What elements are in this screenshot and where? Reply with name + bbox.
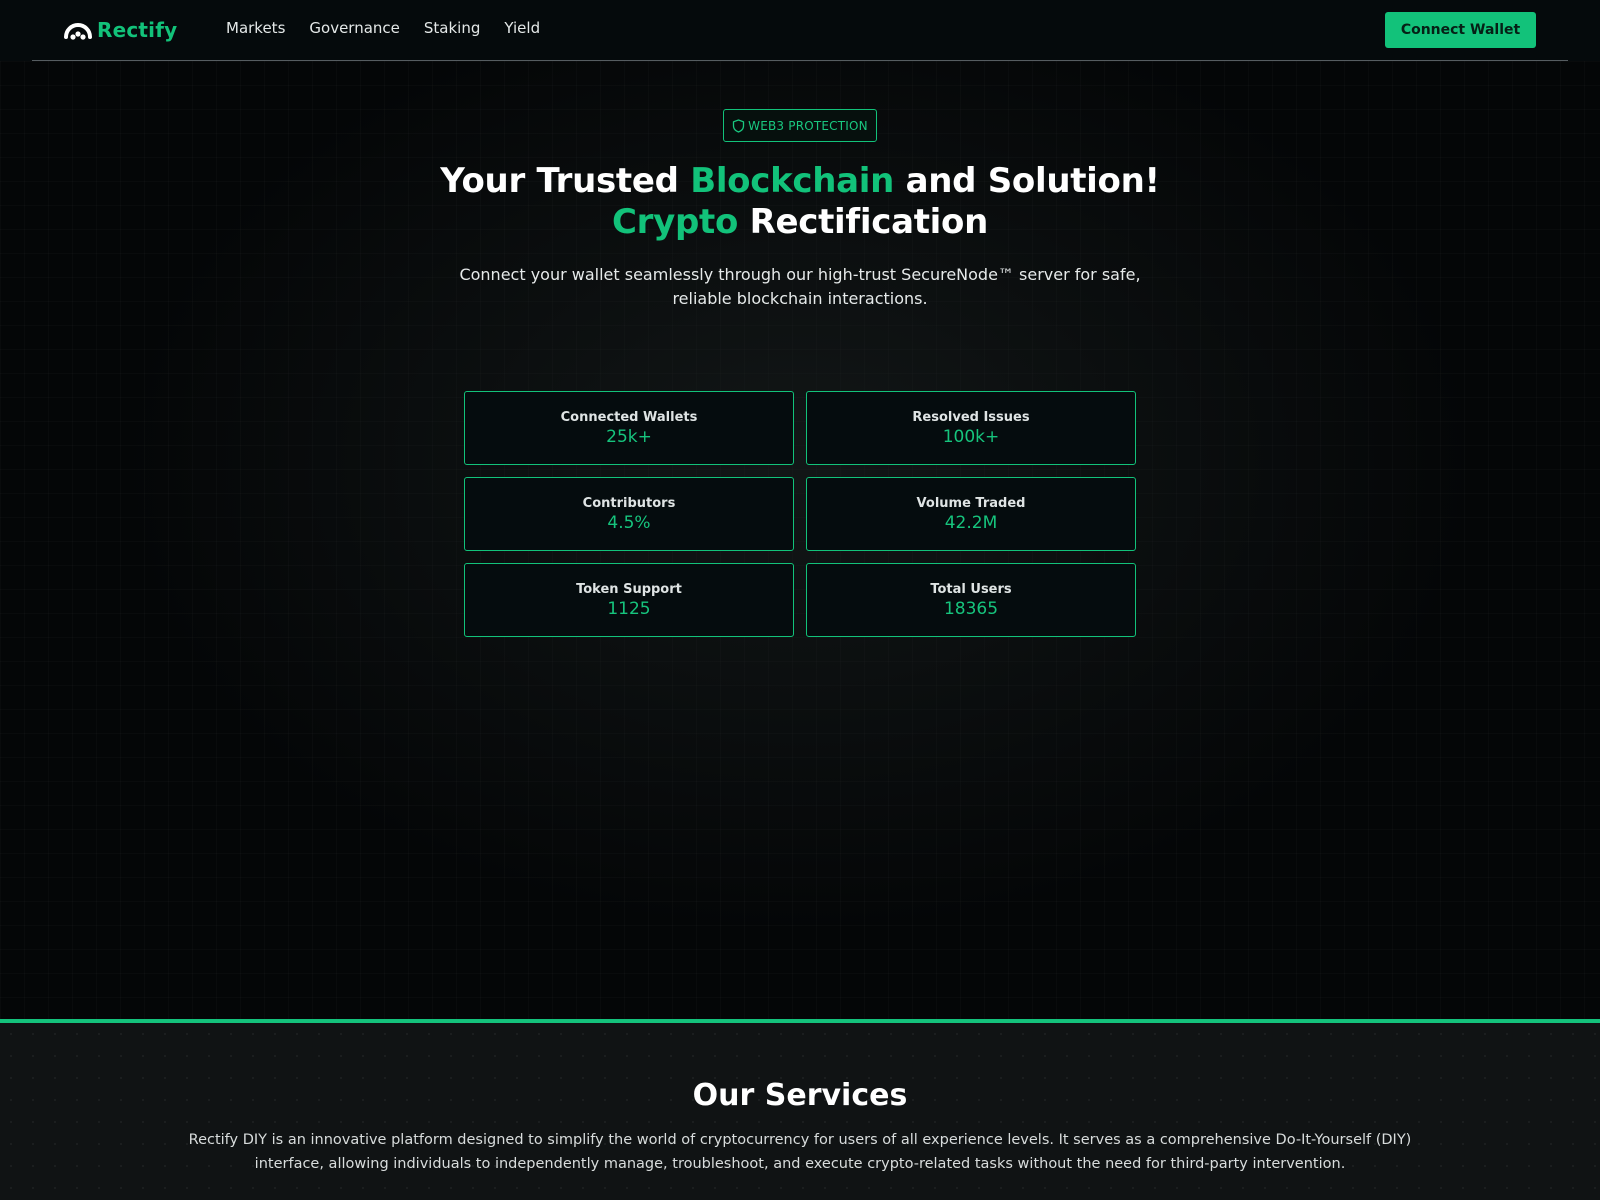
logo[interactable]: Rectify <box>63 14 177 46</box>
hero-title-accent-blockchain: Blockchain <box>690 161 895 201</box>
main-nav: Markets Governance Staking Yield <box>226 19 540 37</box>
page: Rectify Markets Governance Staking Yield… <box>0 0 1600 1200</box>
stat-value: 4.5% <box>607 512 651 533</box>
nav-link-staking[interactable]: Staking <box>424 19 480 37</box>
logo-text: Rectify <box>97 18 178 42</box>
hero-title-part2: and Solution! <box>894 161 1160 201</box>
stat-card-connected-wallets: Connected Wallets 25k+ <box>464 391 794 465</box>
hero-title-part1: Your Trusted <box>440 161 691 201</box>
stat-value: 1125 <box>607 598 651 619</box>
stat-value: 42.2M <box>944 512 998 533</box>
stat-card-total-users: Total Users 18365 <box>806 563 1136 637</box>
hero-title-accent-crypto: Crypto <box>611 202 739 242</box>
navbar: Rectify Markets Governance Staking Yield… <box>0 0 1600 61</box>
hero-section: WEB3 PROTECTION Your Trusted Blockchain … <box>0 61 1600 1019</box>
rectify-logo-icon <box>64 23 92 40</box>
hero-title-part3: Rectification <box>738 202 989 242</box>
stat-value: 18365 <box>943 598 999 619</box>
stat-label: Total Users <box>930 581 1012 597</box>
hero-title: Your Trusted Blockchain and Solution! Cry… <box>300 161 1300 243</box>
stat-label: Contributors <box>582 495 676 511</box>
nav-link-yield[interactable]: Yield <box>504 19 540 37</box>
badge-text: WEB3 PROTECTION <box>748 118 868 133</box>
stat-value: 100k+ <box>942 426 1000 447</box>
stat-label: Volume Traded <box>916 495 1026 511</box>
stat-card-volume-traded: Volume Traded 42.2M <box>806 477 1136 551</box>
stat-card-contributors: Contributors 4.5% <box>464 477 794 551</box>
stat-value: 25k+ <box>606 426 652 447</box>
stat-card-resolved-issues: Resolved Issues 100k+ <box>806 391 1136 465</box>
stat-label: Resolved Issues <box>912 409 1030 425</box>
web3-protection-badge: WEB3 PROTECTION <box>723 109 877 142</box>
hero-subtitle: Connect your wallet seamlessly through o… <box>459 265 1141 308</box>
nav-link-markets[interactable]: Markets <box>226 19 285 37</box>
connect-wallet-button[interactable]: Connect Wallet <box>1385 12 1536 48</box>
shield-icon <box>732 118 745 133</box>
services-section: Our Services Rectify DIY is an innovativ… <box>0 1023 1600 1200</box>
stat-card-token-support: Token Support 1125 <box>464 563 794 637</box>
stats-grid: Connected Wallets 25k+ Resolved Issues 1… <box>464 391 1136 637</box>
services-description: Rectify DIY is an innovative platform de… <box>188 1132 1412 1172</box>
stat-label: Connected Wallets <box>560 409 698 425</box>
stat-label: Token Support <box>576 581 682 597</box>
services-title: Our Services <box>692 1078 908 1113</box>
nav-link-governance[interactable]: Governance <box>309 19 400 37</box>
